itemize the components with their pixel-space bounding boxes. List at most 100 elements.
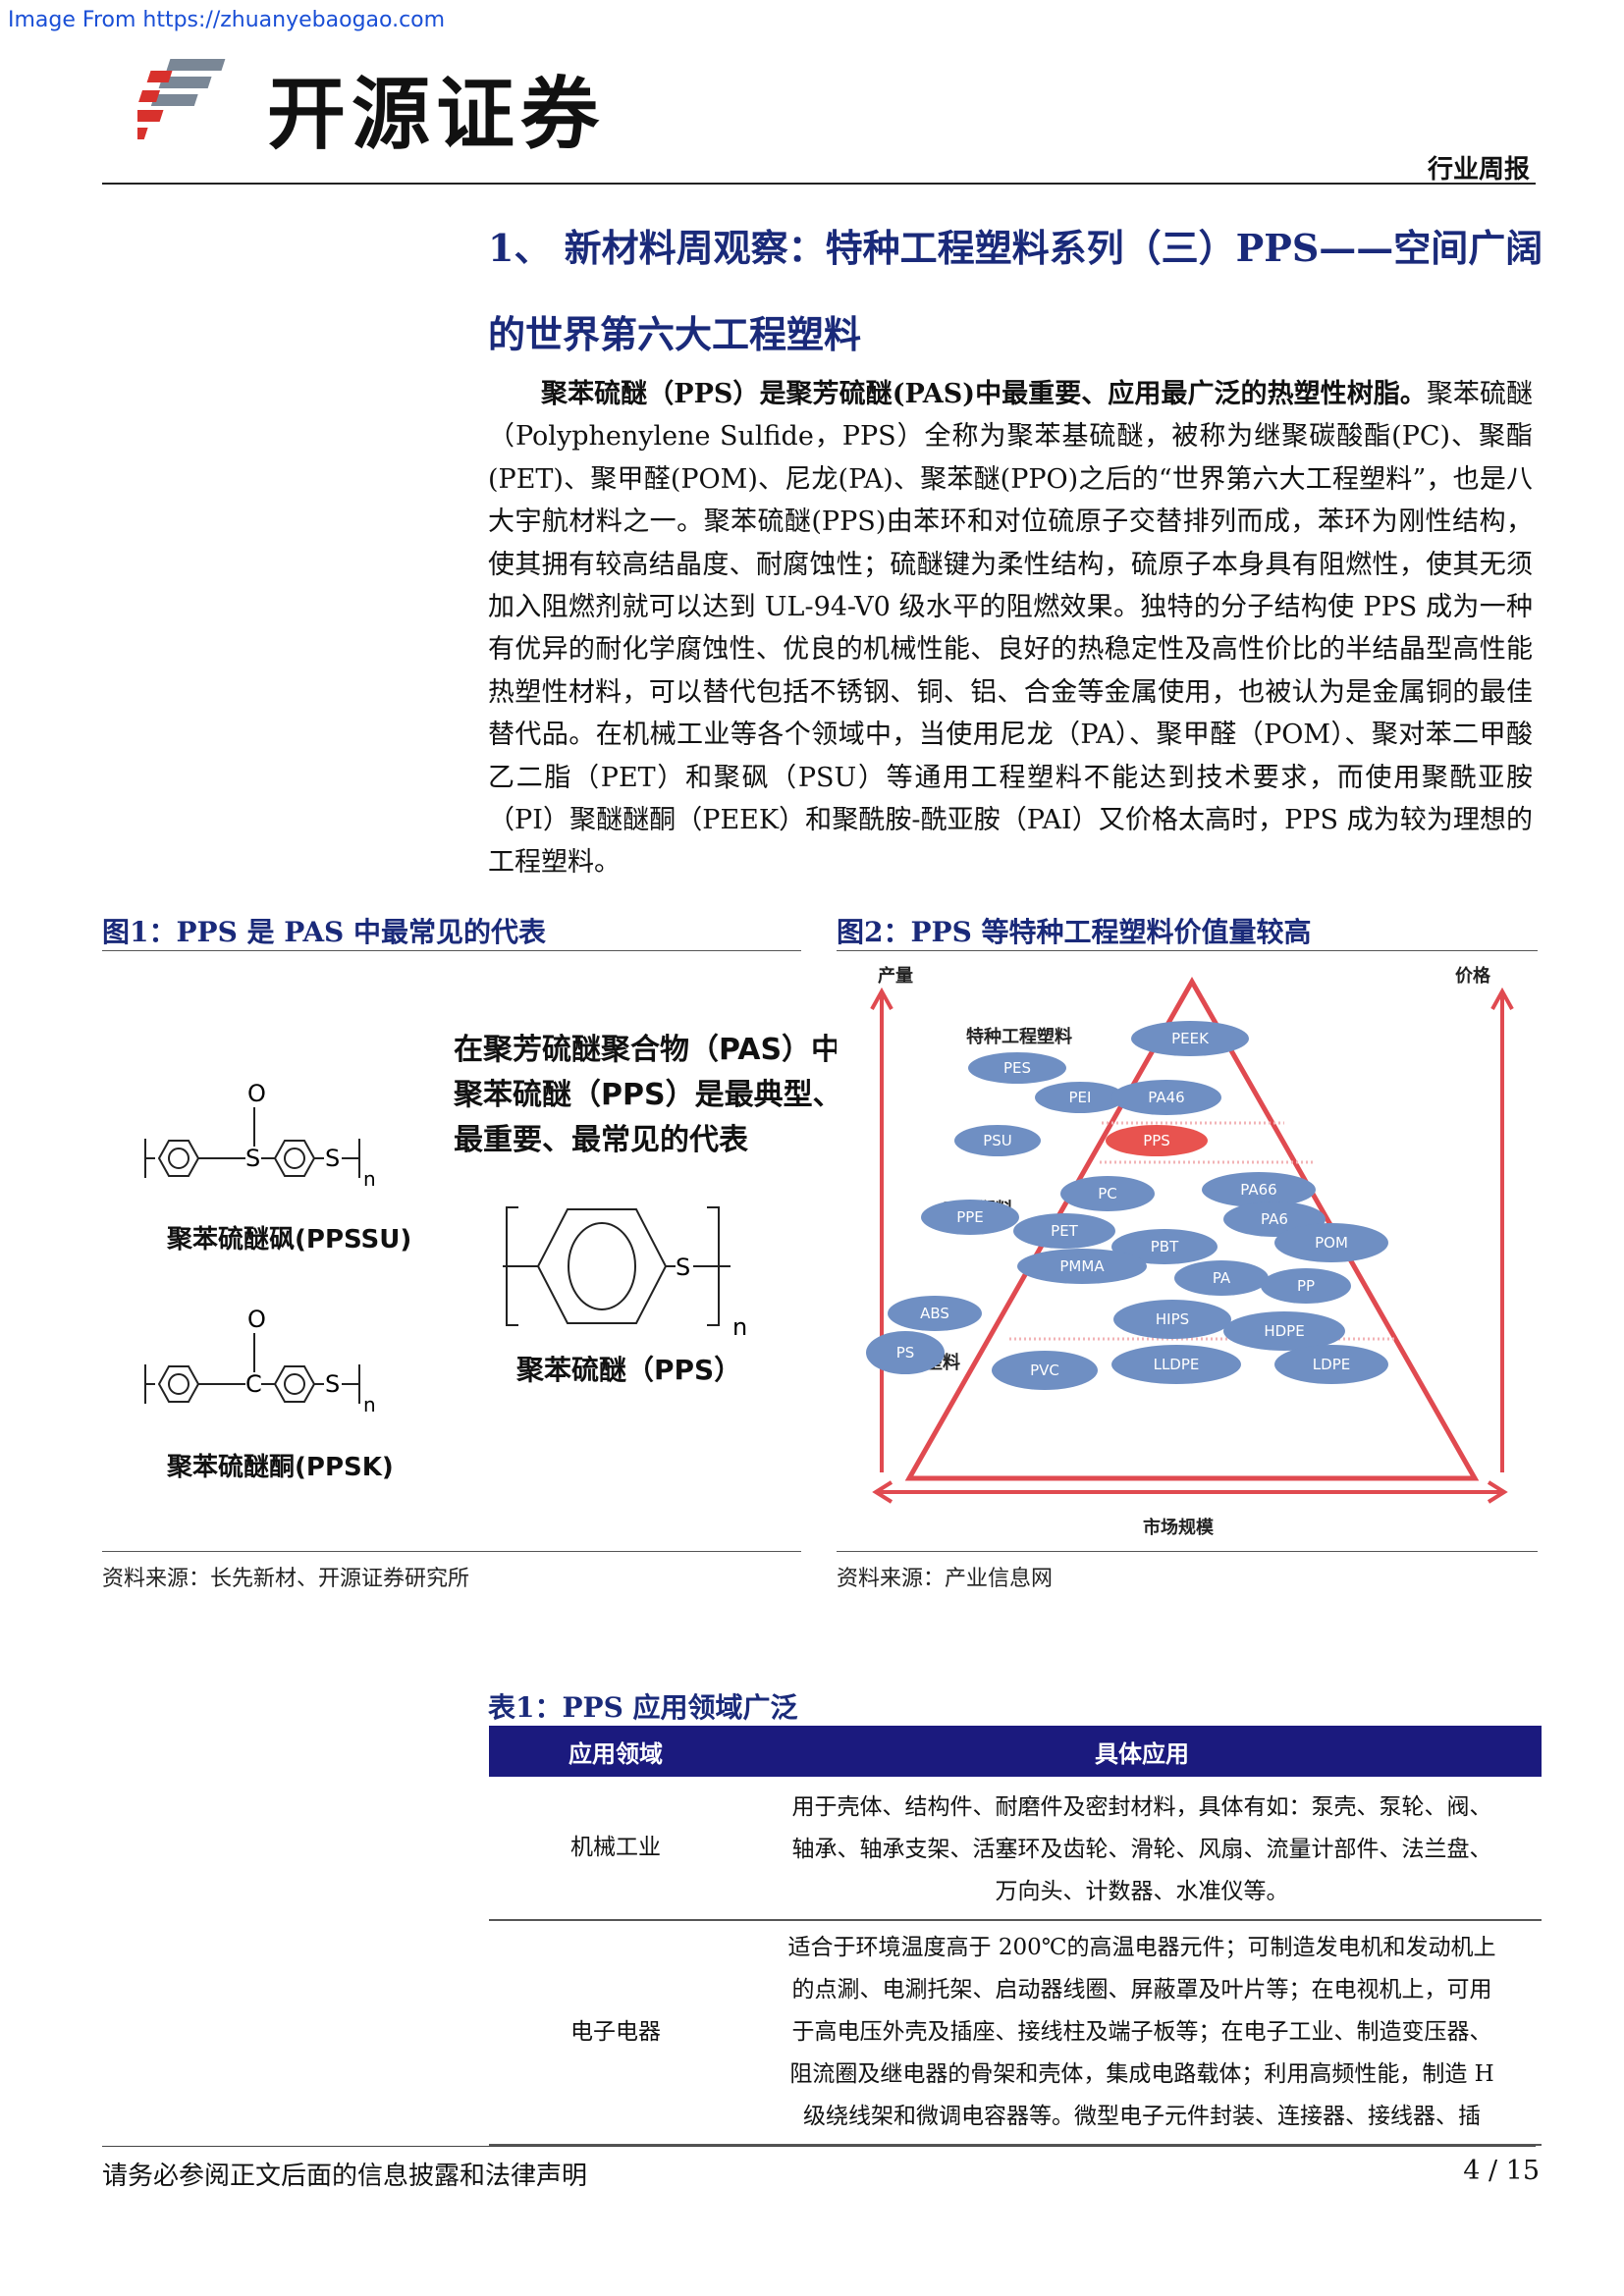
- bubble-ldpe: LDPE: [1274, 1345, 1388, 1384]
- bubble-ppe: PPE: [921, 1200, 1019, 1235]
- bubble-label-pa: PA: [1213, 1269, 1231, 1287]
- mol2-oxygen: O: [247, 1306, 266, 1333]
- figure2-title: 图2：PPS 等特种工程塑料价值量较高: [837, 916, 1312, 948]
- bubble-pom: POM: [1274, 1223, 1388, 1262]
- axis-price-label: 价格: [1455, 965, 1491, 987]
- figure1-top-rule: [102, 950, 801, 951]
- bubble-label-pc: PC: [1098, 1185, 1117, 1202]
- mol3-subscript: n: [732, 1313, 747, 1341]
- figure1-title: 图1：PPS 是 PAS 中最常见的代表: [102, 916, 547, 948]
- bubble-pes: PES: [968, 1052, 1066, 1084]
- row-line: 于高电压外壳及插座、接线柱及端子板等；在电子工业、制造变压器、: [791, 2019, 1492, 2045]
- bubble-label-abs: ABS: [920, 1305, 949, 1322]
- figure1-caption-line2: 聚苯硫醚（PPS）是最典型、: [454, 1078, 842, 1112]
- bubble-hips: HIPS: [1113, 1300, 1231, 1339]
- applications-table: 应用领域 具体应用 机械工业 用于壳体、结构件、耐磨件及密封材料，具体有如：泵壳…: [489, 1726, 1542, 2146]
- header-divider: [102, 183, 1536, 185]
- section-title-line2: 的世界第六大工程塑料: [488, 312, 862, 356]
- figure1-caption-line1: 在聚芳硫醚聚合物（PAS）中，: [454, 1033, 871, 1067]
- bubble-peek: PEEK: [1131, 1021, 1249, 1056]
- body-paragraph: 聚苯硫醚（PPS）是聚芳硫醚(PAS)中最重要、应用最广泛的热塑性树脂。聚苯硫醚…: [488, 373, 1533, 884]
- figure2-top-rule: [837, 950, 1538, 951]
- footer-disclaimer: 请务必参阅正文后面的信息披露和法律声明: [102, 2162, 588, 2191]
- row-line: 用于壳体、结构件、耐磨件及密封材料，具体有如：泵壳、泵轮、阀、: [791, 1794, 1492, 1820]
- mol1-sulfur-center: S: [245, 1145, 260, 1172]
- bubble-label-peek: PEEK: [1171, 1030, 1210, 1047]
- mol2-subscript: n: [363, 1393, 376, 1416]
- section-title-line1: 1、 新材料周观察：特种工程塑料系列（三）PPS——空间广阔: [488, 226, 1543, 270]
- table-row: 机械工业 用于壳体、结构件、耐磨件及密封材料，具体有如：泵壳、泵轮、阀、 轴承、…: [489, 1777, 1542, 1921]
- company-name: 开源证券: [267, 69, 605, 160]
- bubble-hdpe: HDPE: [1223, 1311, 1345, 1351]
- row-line: 级绕线架和微调电容器等。微型电子元件封装、连接器、接线器、插: [803, 2104, 1481, 2129]
- bubble-label-pei: PEI: [1069, 1089, 1092, 1106]
- bubble-lldpe: LLDPE: [1111, 1345, 1241, 1384]
- bubble-label-ps: PS: [896, 1344, 915, 1362]
- bubble-label-ldpe: LDPE: [1313, 1356, 1350, 1373]
- mol1-oxygen: O: [247, 1080, 266, 1107]
- bubble-label-pa66: PA66: [1240, 1181, 1276, 1199]
- bubble-pa: PA: [1174, 1260, 1269, 1296]
- bubble-label-lldpe: LLDPE: [1154, 1356, 1200, 1373]
- mol3-sulfur: S: [676, 1254, 690, 1281]
- bubble-label-pa46: PA46: [1148, 1089, 1184, 1106]
- bubble-label-pps: PPS: [1143, 1132, 1170, 1149]
- row-line: 阻流圈及继电器的骨架和壳体，集成电路载体；利用高频性能，制造 H: [789, 2061, 1494, 2087]
- source-watermark[interactable]: Image From https://zhuanyebaogao.com: [8, 8, 445, 32]
- table-row: 电子电器 适合于环境温度高于 200℃的高温电器元件；可制造发电机和发动机上 的…: [489, 1920, 1542, 2146]
- bubble-pa46: PA46: [1111, 1080, 1221, 1115]
- bubble-label-pmma: PMMA: [1059, 1257, 1105, 1275]
- mol3-label: 聚苯硫醚（PPS）: [516, 1354, 742, 1386]
- bubble-ps: PS: [866, 1331, 945, 1374]
- row-field: 电子电器: [489, 1920, 742, 2146]
- mol2-carbon: C: [245, 1370, 262, 1398]
- figure1-caption-line3: 最重要、最常见的代表: [454, 1123, 748, 1157]
- mol2-label: 聚苯硫醚酮(PPSK): [167, 1453, 394, 1482]
- mol1-subscript: n: [363, 1167, 376, 1191]
- bubble-abs: ABS: [888, 1296, 982, 1331]
- bubble-pvc: PVC: [992, 1351, 1098, 1390]
- bubble-label-pet: PET: [1051, 1222, 1079, 1240]
- paragraph-text: 聚苯硫醚（Polyphenylene Sulfide，PPS）全称为聚苯基硫醚，…: [488, 379, 1533, 879]
- figure2-source: 资料来源：产业信息网: [837, 1567, 1054, 1591]
- bubble-pmma: PMMA: [1017, 1249, 1147, 1284]
- bubble-pa66: PA66: [1202, 1172, 1316, 1207]
- bubble-label-hdpe: HDPE: [1264, 1322, 1304, 1340]
- header-application: 具体应用: [742, 1726, 1542, 1777]
- row-application: 适合于环境温度高于 200℃的高温电器元件；可制造发电机和发动机上 的点涮、电涮…: [742, 1920, 1542, 2146]
- figure2-pyramid-graphic: 产量 价格 市场规模 特种工程塑料 工程塑料 普通塑料 PEEKPESPEIPA…: [837, 954, 1538, 1543]
- axis-output-label: 产量: [878, 965, 913, 987]
- bubble-label-pbt: PBT: [1151, 1238, 1179, 1255]
- bubble-label-pa6: PA6: [1261, 1210, 1288, 1228]
- bubble-label-pom: POM: [1315, 1234, 1348, 1252]
- bubble-label-pvc: PVC: [1030, 1362, 1059, 1379]
- row-line: 的点涮、电涮托架、启动器线圈、屏蔽罩及叶片等；在电视机上，可用: [791, 1977, 1492, 2002]
- bubble-label-psu: PSU: [983, 1132, 1012, 1149]
- bubble-label-pes: PES: [1003, 1059, 1031, 1077]
- row-line: 适合于环境温度高于 200℃的高温电器元件；可制造发电机和发动机上: [787, 1935, 1496, 1960]
- bubble-psu: PSU: [954, 1125, 1041, 1156]
- company-logo-icon: [137, 59, 226, 139]
- row-application: 用于壳体、结构件、耐磨件及密封材料，具体有如：泵壳、泵轮、阀、 轴承、轴承支架、…: [742, 1777, 1542, 1921]
- footer-divider: [102, 2146, 1536, 2147]
- bubble-label-ppe: PPE: [956, 1208, 984, 1226]
- figure1-source: 资料来源：长先新材、开源证券研究所: [102, 1567, 470, 1591]
- paragraph-lead: 聚苯硫醚（PPS）是聚芳硫醚(PAS)中最重要、应用最广泛的热塑性树脂。: [541, 379, 1427, 409]
- row-line: 轴承、轴承支架、活塞环及齿轮、滑轮、风扇、流量计部件、法兰盘、: [791, 1837, 1492, 1862]
- mol2-sulfur: S: [325, 1370, 340, 1398]
- bubble-pp: PP: [1261, 1268, 1351, 1304]
- row-field: 机械工业: [489, 1777, 742, 1921]
- table1-title: 表1：PPS 应用领域广泛: [488, 1691, 798, 1724]
- mol1-label: 聚苯硫醚砜(PPSSU): [167, 1225, 412, 1255]
- report-type-label: 行业周报: [1427, 155, 1530, 185]
- row-line: 万向头、计数器、水准仪等。: [995, 1879, 1289, 1904]
- table-header-row: 应用领域 具体应用: [489, 1726, 1542, 1777]
- axis-market-size-label: 市场规模: [1143, 1517, 1215, 1538]
- bubble-pet: PET: [1013, 1213, 1115, 1249]
- bubble-pps: PPS: [1106, 1125, 1208, 1156]
- bubble-pc: PC: [1060, 1176, 1155, 1211]
- tier-special-label: 特种工程塑料: [966, 1026, 1072, 1047]
- figure2-bottom-rule: [837, 1551, 1538, 1552]
- bubble-label-hips: HIPS: [1156, 1310, 1189, 1328]
- page-number: 4 / 15: [1463, 2156, 1540, 2186]
